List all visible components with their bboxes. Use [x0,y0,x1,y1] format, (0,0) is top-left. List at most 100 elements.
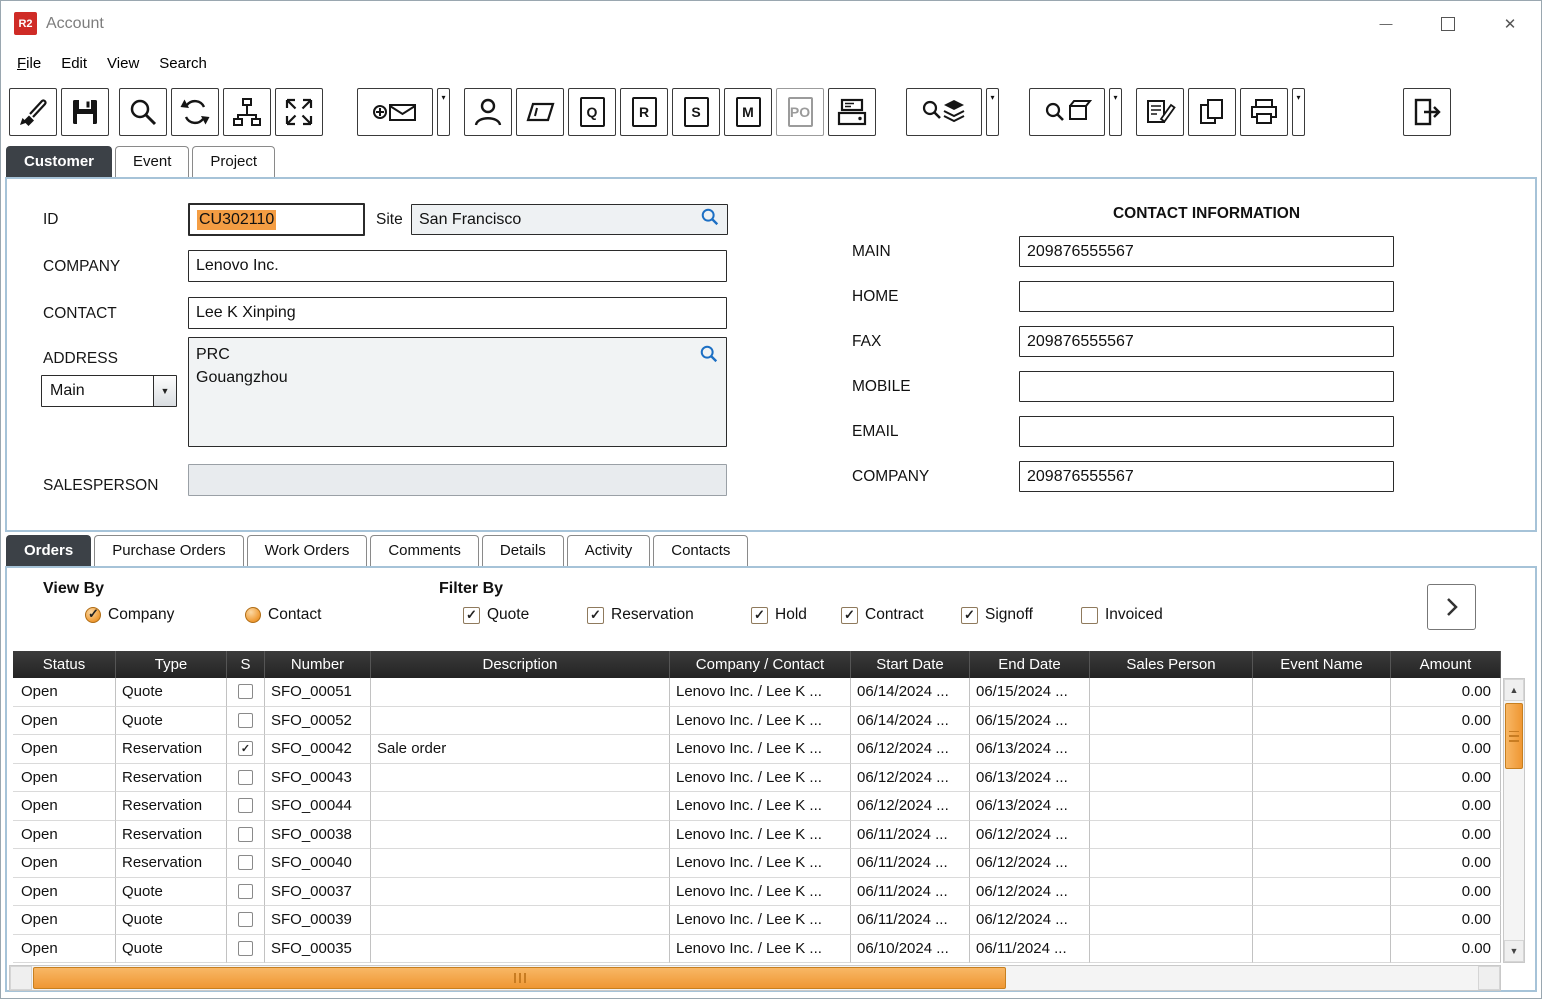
col-description[interactable]: Description [371,651,670,678]
find-stock-button[interactable] [906,88,982,136]
ci-email-field[interactable] [1019,416,1394,447]
menu-edit[interactable]: Edit [51,51,97,76]
row-s-checkbox[interactable] [238,941,253,956]
copy-button[interactable] [1188,88,1236,136]
scroll-right-button[interactable] [1478,966,1500,990]
minimize-button[interactable] [1355,1,1417,46]
save-button[interactable] [61,88,109,136]
col-status[interactable]: Status [13,651,116,678]
ci-fax-field[interactable]: 209876555567 [1019,326,1394,357]
col-number[interactable]: Number [265,651,371,678]
row-s-checkbox[interactable] [238,713,253,728]
sale-document-button[interactable]: S [672,88,720,136]
quote-document-button[interactable]: Q [568,88,616,136]
table-row[interactable]: Open Reservation SFO_00038 Lenovo Inc. /… [13,821,1501,850]
site-search-icon[interactable] [700,207,720,232]
format-paint-button[interactable] [9,88,57,136]
reservation-checkbox[interactable]: ✓ [587,607,604,624]
menu-search[interactable]: Search [149,51,217,76]
contact-radio[interactable] [245,607,261,623]
row-s-checkbox[interactable] [238,798,253,813]
ci-main-field[interactable]: 209876555567 [1019,236,1394,267]
row-s-checkbox[interactable] [238,770,253,785]
company-radio[interactable] [85,607,101,623]
ci-company-field[interactable]: 209876555567 [1019,461,1394,492]
row-s-checkbox[interactable] [238,855,253,870]
row-s-checkbox[interactable] [238,884,253,899]
quote-checkbox[interactable]: ✓ [463,607,480,624]
invoiced-checkbox[interactable] [1081,607,1098,624]
tab-details[interactable]: Details [482,535,564,566]
memo-document-button[interactable]: M [724,88,772,136]
vertical-scrollbar-thumb[interactable] [1505,703,1523,769]
find-package-dropdown[interactable] [1109,88,1122,136]
col-amount[interactable]: Amount [1391,651,1501,678]
table-row[interactable]: Open Reservation SFO_00044 Lenovo Inc. /… [13,792,1501,821]
table-row[interactable]: Open Reservation SFO_00040 Lenovo Inc. /… [13,849,1501,878]
horizontal-scrollbar-track[interactable] [32,966,1478,990]
tab-purchase-orders[interactable]: Purchase Orders [94,535,243,566]
contact-button[interactable] [464,88,512,136]
expand-button[interactable] [275,88,323,136]
row-s-checkbox[interactable]: ✓ [238,741,253,756]
print-dropdown[interactable] [1292,88,1305,136]
col-end-date[interactable]: End Date [970,651,1090,678]
vertical-scrollbar[interactable] [1503,678,1525,963]
find-package-button[interactable] [1029,88,1105,136]
tab-event[interactable]: Event [115,146,189,177]
org-chart-button[interactable] [223,88,271,136]
ci-home-field[interactable] [1019,281,1394,312]
edit-notes-button[interactable] [1136,88,1184,136]
horizontal-scrollbar-thumb[interactable] [33,967,1006,989]
col-company-contact[interactable]: Company / Contact [670,651,851,678]
tab-activity[interactable]: Activity [567,535,651,566]
purchase-order-document-button[interactable]: PO [776,88,824,136]
table-row[interactable]: Open Quote SFO_00051 Lenovo Inc. / Lee K… [13,678,1501,707]
refresh-button[interactable] [171,88,219,136]
table-row[interactable]: Open Quote SFO_00039 Lenovo Inc. / Lee K… [13,906,1501,935]
tab-project[interactable]: Project [192,146,275,177]
find-stock-dropdown[interactable] [986,88,999,136]
new-message-button[interactable] [357,88,433,136]
register-button[interactable] [828,88,876,136]
col-type[interactable]: Type [116,651,227,678]
address-search-icon[interactable] [699,344,719,369]
filter-quote-option[interactable]: ✓ Quote [463,606,529,624]
filter-contract-option[interactable]: ✓ Contract [841,606,924,624]
col-event-name[interactable]: Event Name [1253,651,1391,678]
site-field[interactable]: San Francisco [411,204,728,235]
table-row[interactable]: Open Quote SFO_00052 Lenovo Inc. / Lee K… [13,707,1501,736]
row-s-checkbox[interactable] [238,912,253,927]
salesperson-field[interactable] [188,464,727,496]
address-type-select[interactable]: Main [41,375,177,407]
contract-checkbox[interactable]: ✓ [841,607,858,624]
signoff-checkbox[interactable]: ✓ [961,607,978,624]
row-s-checkbox[interactable] [238,827,253,842]
menu-view[interactable]: View [97,51,149,76]
view-by-contact-option[interactable]: Contact [245,606,321,624]
row-s-checkbox[interactable] [238,684,253,699]
find-button[interactable] [119,88,167,136]
next-page-button[interactable] [1427,584,1476,630]
contact-field[interactable]: Lee K Xinping [188,297,727,329]
table-row[interactable]: Open Reservation SFO_00043 Lenovo Inc. /… [13,764,1501,793]
ci-mobile-field[interactable] [1019,371,1394,402]
print-button[interactable] [1240,88,1288,136]
tab-contacts[interactable]: Contacts [653,535,748,566]
menu-file[interactable]: File [7,51,51,76]
scroll-left-button[interactable] [10,966,32,990]
hold-checkbox[interactable]: ✓ [751,607,768,624]
table-row[interactable]: Open Quote SFO_00037 Lenovo Inc. / Lee K… [13,878,1501,907]
address-field[interactable]: PRC Gouangzhou [188,337,727,447]
filter-signoff-option[interactable]: ✓ Signoff [961,606,1033,624]
filter-reservation-option[interactable]: ✓ Reservation [587,606,694,624]
company-field[interactable]: Lenovo Inc. [188,250,727,282]
col-sales-person[interactable]: Sales Person [1090,651,1253,678]
tag-button[interactable] [516,88,564,136]
tab-comments[interactable]: Comments [370,535,479,566]
maximize-button[interactable] [1417,1,1479,46]
table-row[interactable]: Open Quote SFO_00035 Lenovo Inc. / Lee K… [13,935,1501,964]
address-type-dropdown-button[interactable] [153,376,176,406]
tab-work-orders[interactable]: Work Orders [247,535,368,566]
new-message-dropdown[interactable] [437,88,450,136]
